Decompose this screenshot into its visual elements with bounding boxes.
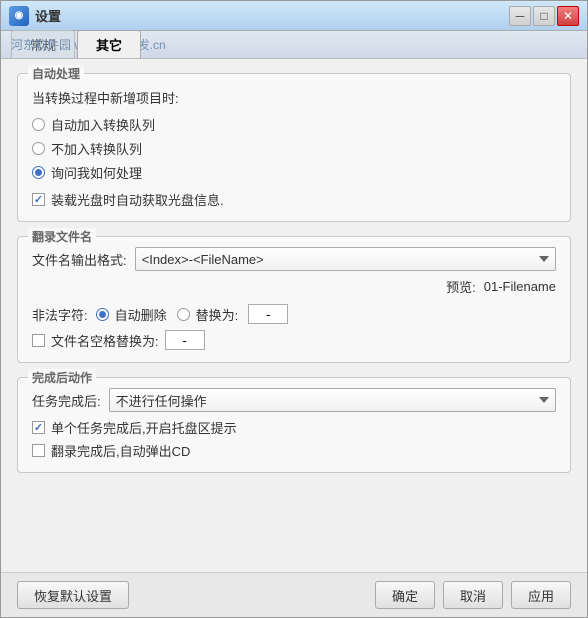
auto-process-section: 自动处理 当转换过程中新增项目时: 自动加入转换队列 不加入转换队列 询问我如何…: [17, 73, 571, 222]
space-replace-input[interactable]: [165, 330, 205, 350]
radio-auto-add[interactable]: 自动加入转换队列: [32, 115, 556, 134]
filename-format-label: 文件名输出格式:: [32, 250, 127, 269]
checkbox-auto-disc-info-label: 装载光盘时自动获取光盘信息.: [51, 190, 224, 209]
radio-auto-delete-circle: [96, 308, 109, 321]
radio-auto-add-label: 自动加入转换队列: [51, 115, 155, 134]
task-complete-dropdown[interactable]: 不进行任何操作: [109, 388, 556, 412]
task-complete-row: 任务完成后: 不进行任何操作: [32, 388, 556, 412]
apply-button[interactable]: 应用: [511, 581, 571, 609]
checkbox-space-replace-label: 文件名空格替换为:: [51, 331, 159, 350]
radio-ask-label: 询问我如何处理: [51, 163, 142, 182]
checkbox-eject-cd-label: 翻录完成后,自动弹出CD: [51, 441, 190, 460]
checkbox-tray-tip[interactable]: 单个任务完成后,开启托盘区提示: [32, 418, 556, 437]
checkbox-tray-tip-box: [32, 421, 45, 434]
filename-section: 翻录文件名 文件名输出格式: <Index>-<FileName> 预览: 01…: [17, 236, 571, 363]
restore-defaults-button[interactable]: 恢复默认设置: [17, 581, 129, 609]
radio-ask-circle: [32, 166, 45, 179]
filename-format-dropdown-arrow: [539, 256, 549, 262]
task-complete-label: 任务完成后:: [32, 391, 101, 410]
illegal-char-row: 非法字符: 自动删除 替换为:: [32, 304, 556, 324]
close-button[interactable]: ✕: [557, 6, 579, 26]
radio-no-add[interactable]: 不加入转换队列: [32, 139, 556, 158]
radio-replace[interactable]: 替换为:: [177, 305, 239, 324]
radio-replace-label: 替换为:: [196, 305, 239, 324]
radio-ask[interactable]: 询问我如何处理: [32, 163, 556, 182]
after-task-section: 完成后动作 任务完成后: 不进行任何操作 单个任务完成后,开启托盘区提示 翻录完…: [17, 377, 571, 473]
radio-replace-circle: [177, 308, 190, 321]
auto-process-radio-group: 自动加入转换队列 不加入转换队列 询问我如何处理: [32, 115, 556, 182]
auto-process-label: 当转换过程中新增项目时:: [32, 88, 556, 107]
app-icon: ◉: [9, 6, 29, 26]
radio-auto-add-circle: [32, 118, 45, 131]
filename-section-title: 翻录文件名: [28, 228, 96, 245]
filename-format-row: 文件名输出格式: <Index>-<FileName>: [32, 247, 556, 271]
filename-format-value: <Index>-<FileName>: [142, 252, 264, 267]
filename-preview-label: 预览:: [446, 277, 476, 296]
illegal-char-options: 自动删除 替换为:: [96, 304, 289, 324]
radio-no-add-label: 不加入转换队列: [51, 139, 142, 158]
maximize-button[interactable]: □: [533, 6, 555, 26]
cancel-button[interactable]: 取消: [443, 581, 503, 609]
checkbox-eject-cd-box: [32, 444, 45, 457]
title-bar: ◉ 设置 ─ □ ✕: [1, 1, 587, 31]
title-bar-right: ─ □ ✕: [509, 6, 579, 26]
tab-general[interactable]: 常规: [11, 30, 75, 58]
auto-process-title: 自动处理: [28, 65, 84, 82]
filename-preview-value: 01-Filename: [484, 279, 556, 294]
task-complete-value: 不进行任何操作: [116, 391, 207, 410]
radio-auto-delete-label: 自动删除: [115, 305, 167, 324]
radio-auto-delete[interactable]: 自动删除: [96, 305, 167, 324]
tab-bar: 常规 其它 河东软件园 www.pc0.转发.cn: [1, 31, 587, 59]
checkbox-space-replace-box: [32, 334, 45, 347]
checkbox-auto-disc-info-box: [32, 193, 45, 206]
checkbox-tray-tip-label: 单个任务完成后,开启托盘区提示: [51, 418, 237, 437]
checkbox-space-replace[interactable]: 文件名空格替换为:: [32, 330, 556, 350]
main-window: ◉ 设置 ─ □ ✕ 常规 其它 河东软件园 www.pc0.转发.cn 自动处…: [0, 0, 588, 618]
radio-no-add-circle: [32, 142, 45, 155]
illegal-char-label: 非法字符:: [32, 305, 88, 324]
checkbox-eject-cd[interactable]: 翻录完成后,自动弹出CD: [32, 441, 556, 460]
replace-input[interactable]: [248, 304, 288, 324]
minimize-button[interactable]: ─: [509, 6, 531, 26]
bottom-bar: 恢复默认设置 确定 取消 应用: [1, 572, 587, 617]
after-task-title: 完成后动作: [28, 369, 96, 386]
task-complete-dropdown-arrow: [539, 397, 549, 403]
content-area: 自动处理 当转换过程中新增项目时: 自动加入转换队列 不加入转换队列 询问我如何…: [1, 59, 587, 572]
tab-other[interactable]: 其它: [77, 30, 141, 58]
filename-preview-row: 预览: 01-Filename: [32, 277, 556, 296]
title-bar-left: ◉ 设置: [9, 6, 61, 26]
window-title: 设置: [35, 6, 61, 25]
filename-format-dropdown[interactable]: <Index>-<FileName>: [135, 247, 556, 271]
ok-button[interactable]: 确定: [375, 581, 435, 609]
checkbox-auto-disc-info[interactable]: 装载光盘时自动获取光盘信息.: [32, 190, 556, 209]
